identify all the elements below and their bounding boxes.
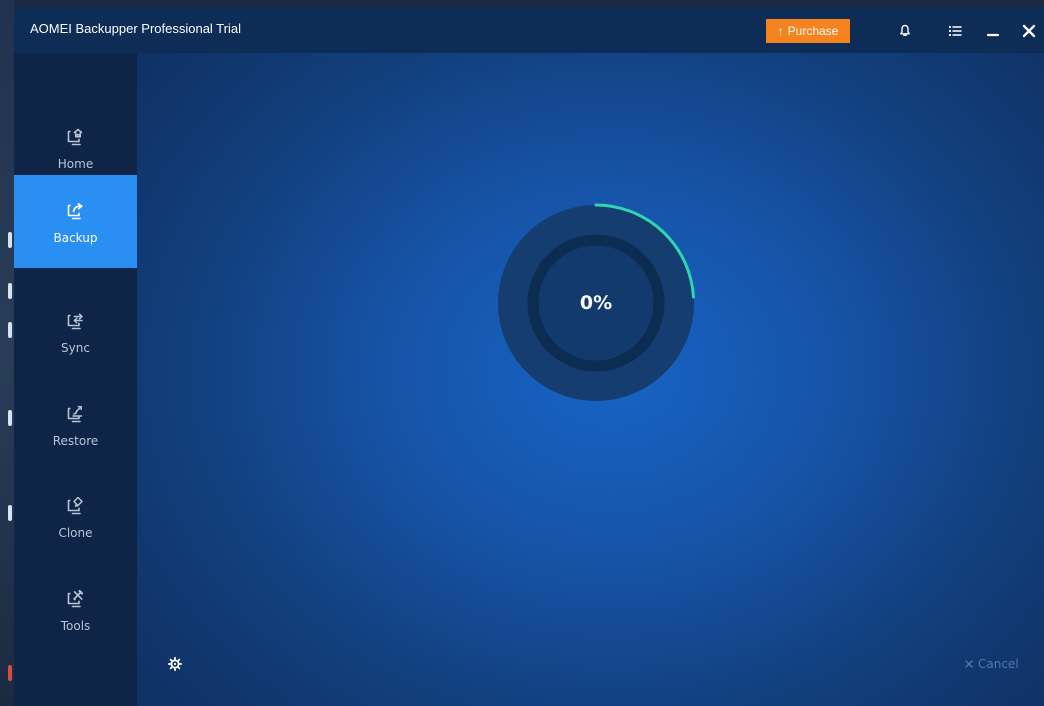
restore-icon — [67, 405, 82, 422]
sidebar-item-label: Backup — [53, 230, 98, 245]
gear-icon — [167, 656, 183, 672]
close-icon[interactable] — [1016, 19, 1042, 43]
edge-mark — [8, 505, 12, 521]
sidebar-item-restore[interactable]: Restore — [14, 378, 137, 471]
progress-indicator: 0% — [496, 203, 696, 403]
screen: AOMEI Backupper Professional Trial ↑ Pur… — [0, 0, 1044, 706]
sidebar-item-label: Clone — [58, 525, 93, 540]
background-edge — [0, 0, 14, 706]
sidebar-item-label: Home — [57, 156, 94, 171]
app-title: AOMEI Backupper Professional Trial — [30, 21, 241, 36]
edge-mark — [8, 665, 12, 681]
sync-icon — [67, 312, 83, 329]
sidebar-item-label: Tools — [60, 618, 91, 633]
edge-mark — [8, 283, 12, 299]
sidebar-item-backup[interactable]: Backup — [14, 175, 137, 268]
backup-icon — [67, 202, 83, 219]
cancel-label: Cancel — [978, 657, 1019, 671]
sidebar-item-tools[interactable]: Tools — [14, 563, 137, 656]
cancel-button[interactable]: Cancel — [964, 654, 1028, 674]
titlebar: AOMEI Backupper Professional Trial ↑ Pur… — [14, 8, 1044, 53]
purchase-label: Purchase — [787, 24, 839, 38]
app-window: AOMEI Backupper Professional Trial ↑ Pur… — [14, 8, 1044, 706]
edge-mark — [8, 232, 12, 248]
sidebar-item-clone[interactable]: Clone — [14, 470, 137, 563]
edge-mark — [8, 410, 12, 426]
menu-icon[interactable] — [942, 19, 968, 43]
sidebar-item-label: Restore — [52, 433, 99, 448]
purchase-icon: ↑ — [777, 24, 784, 38]
clone-icon — [67, 496, 83, 514]
background-strip — [0, 0, 1044, 8]
sidebar-item-label: Sync — [61, 340, 90, 355]
bell-icon[interactable] — [892, 19, 918, 43]
progress-percent-text: 0% — [579, 292, 613, 314]
purchase-button[interactable]: ↑ Purchase — [766, 19, 850, 43]
tools-icon — [67, 589, 83, 607]
settings-button[interactable] — [165, 654, 185, 674]
edge-mark — [8, 322, 12, 338]
home-icon — [67, 128, 82, 145]
close-icon — [965, 660, 973, 668]
sidebar-item-sync[interactable]: Sync — [14, 285, 137, 378]
sidebar: Home Backup Sync Restore Clone Tools — [14, 53, 137, 706]
minimize-icon[interactable] — [980, 19, 1006, 43]
